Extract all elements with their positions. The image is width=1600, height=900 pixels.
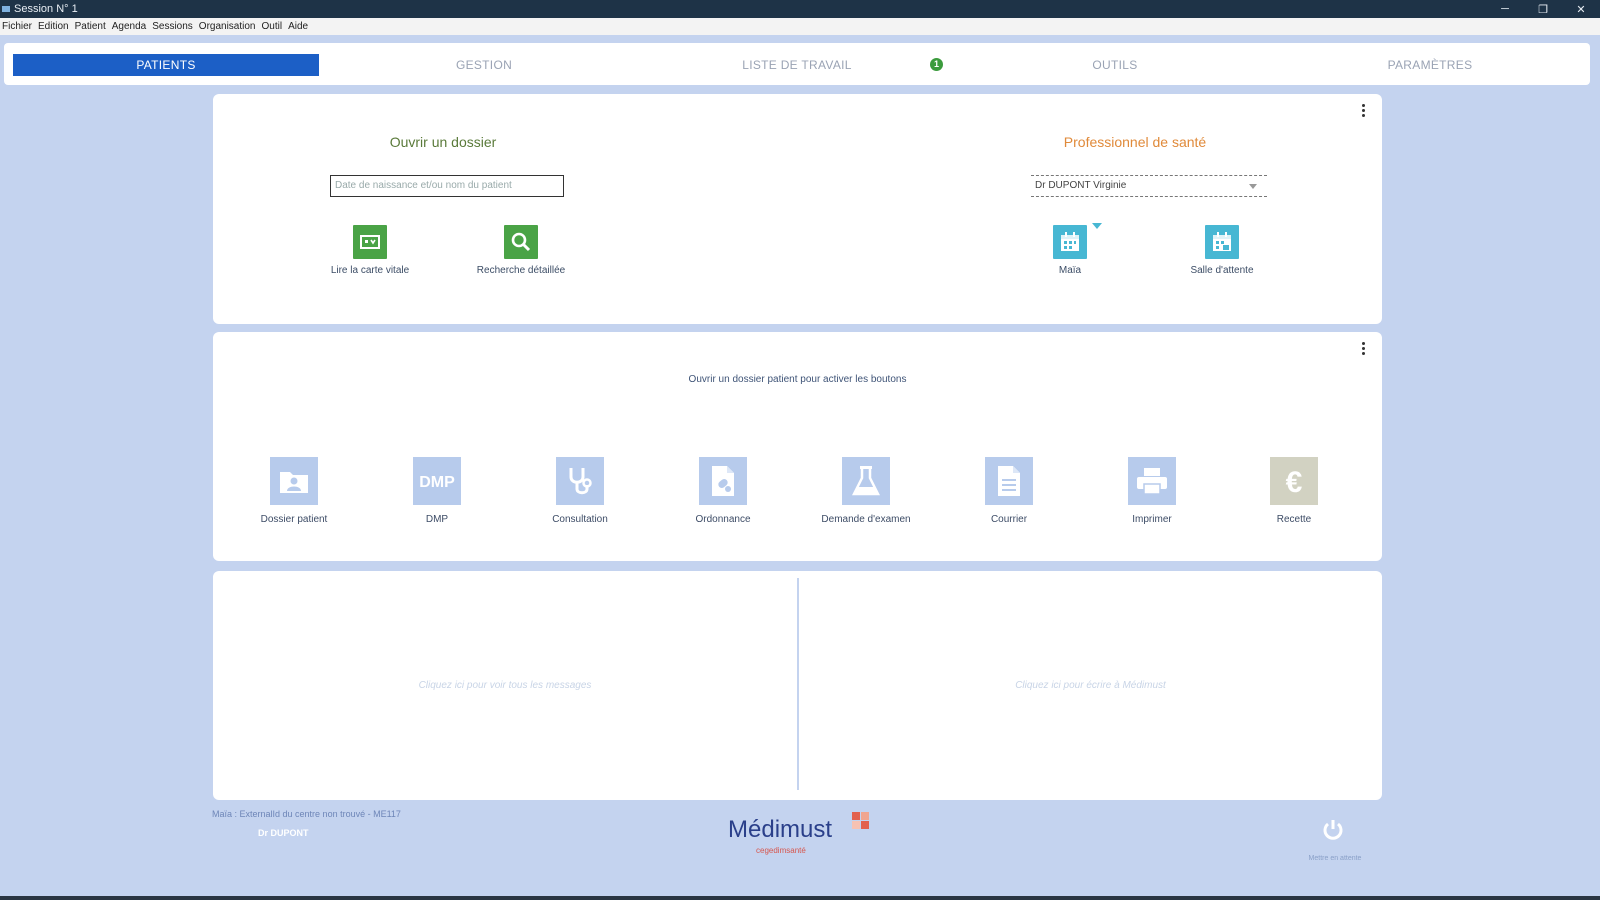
dmp-icon: DMP [413,457,461,505]
minimize-button[interactable]: ─ [1486,3,1524,15]
patient-actions-card: Ouvrir un dossier patient pour activer l… [213,332,1382,561]
maia-label: Maïa [1058,265,1082,276]
logo-text: Médimust [728,816,833,843]
receipt-button[interactable]: € Recette [1224,457,1364,525]
messages-divider [797,578,799,790]
restore-button[interactable]: ❐ [1524,3,1562,16]
health-pro-selected: Dr DUPONT Virginie [1035,180,1127,191]
patient-search-input[interactable]: Date de naissance et/ou nom du patient [330,175,564,197]
window-title: Session N° 1 [14,3,78,15]
view-messages-link[interactable]: Cliquez ici pour voir tous les messages [213,680,797,691]
app-icon [2,6,10,12]
tab-parametres[interactable]: PARAMÈTRES [1277,54,1583,76]
print-label: Imprimer [1132,514,1172,525]
tab-patients[interactable]: PATIENTS [13,54,319,76]
menu-bar: Fichier Edition Patient Agenda Sessions … [0,18,1600,35]
write-medimust-link[interactable]: Cliquez ici pour écrire à Médimust [799,680,1382,691]
letter-button[interactable]: Courrier [939,457,1079,525]
menu-sessions[interactable]: Sessions [152,21,193,32]
worklist-count-badge: 1 [930,58,943,71]
chevron-down-icon [1249,184,1257,189]
close-button[interactable]: ✕ [1562,3,1600,16]
main-tabs: PATIENTS GESTION LISTE DE TRAVAIL 1 OUTI… [4,43,1590,85]
actions-hint: Ouvrir un dossier patient pour activer l… [688,374,907,385]
logo-square [861,821,869,829]
menu-aide[interactable]: Aide [288,21,308,32]
calendar-icon [1053,225,1087,259]
title-bar: Session N° 1 ─ ❐ ✕ [0,0,1600,18]
menu-organisation[interactable]: Organisation [199,21,256,32]
receipt-label: Recette [1276,514,1312,525]
patient-folder-icon [270,457,318,505]
logo-subtitle: cegedimsanté [756,846,806,855]
consultation-label: Consultation [552,514,608,525]
power-label: Mettre en attente [1308,855,1362,862]
menu-outil[interactable]: Outil [262,21,283,32]
svg-text:DMP: DMP [419,474,455,491]
letter-label: Courrier [990,514,1028,525]
flask-icon [842,457,890,505]
svg-text:€: € [1286,466,1303,496]
maia-button[interactable]: Maïa [1010,225,1130,276]
exam-request-label: Demande d'examen [821,514,911,525]
maia-status-text: Maïa : ExternalId du centre non trouvé -… [212,809,401,819]
stethoscope-icon [556,457,604,505]
printer-icon [1128,457,1176,505]
logo-square [852,812,860,820]
power-icon[interactable] [1321,818,1345,842]
dmp-button[interactable]: DMP DMP [367,457,507,525]
search-icon [504,225,538,259]
menu-fichier[interactable]: Fichier [2,21,32,32]
waiting-room-button[interactable]: Salle d'attente [1162,225,1282,276]
menu-patient[interactable]: Patient [75,21,106,32]
read-vitale-card-label: Lire la carte vitale [330,265,410,276]
health-pro-select[interactable]: Dr DUPONT Virginie [1031,175,1267,197]
print-button[interactable]: Imprimer [1082,457,1222,525]
caret-down-icon[interactable] [1092,223,1102,229]
detailed-search-button[interactable]: Recherche détaillée [461,225,581,276]
document-icon [985,457,1033,505]
open-record-card: Ouvrir un dossier Date de naissance et/o… [213,94,1382,324]
card-menu-icon[interactable] [1362,104,1366,119]
tab-outils[interactable]: OUTILS [962,54,1268,76]
prescription-icon [699,457,747,505]
logo-square [852,821,860,829]
detailed-search-label: Recherche détaillée [476,265,566,276]
exam-request-button[interactable]: Demande d'examen [796,457,936,525]
euro-icon: € [1270,457,1318,505]
consultation-button[interactable]: Consultation [510,457,650,525]
prescription-button[interactable]: Ordonnance [653,457,793,525]
menu-agenda[interactable]: Agenda [112,21,146,32]
open-record-title: Ouvrir un dossier [389,134,497,150]
waiting-room-label: Salle d'attente [1190,265,1254,276]
logo-square [861,812,869,820]
tab-gestion[interactable]: GESTION [331,54,637,76]
tab-liste-de-travail[interactable]: LISTE DE TRAVAIL [644,54,950,76]
medimust-logo: Médimust cegedimsanté [728,810,869,860]
health-pro-title: Professionnel de santé [1063,134,1207,150]
calendar-icon [1205,225,1239,259]
patient-folder-button[interactable]: Dossier patient [224,457,364,525]
vitale-card-icon [353,225,387,259]
dmp-label: DMP [425,514,449,525]
read-vitale-card-button[interactable]: Lire la carte vitale [310,225,430,276]
menu-edition[interactable]: Edition [38,21,69,32]
taskbar-edge [0,896,1600,900]
patient-folder-label: Dossier patient [260,514,328,525]
card-menu-icon[interactable] [1362,342,1366,357]
prescription-label: Ordonnance [695,514,751,525]
current-user: Dr DUPONT [258,828,309,838]
